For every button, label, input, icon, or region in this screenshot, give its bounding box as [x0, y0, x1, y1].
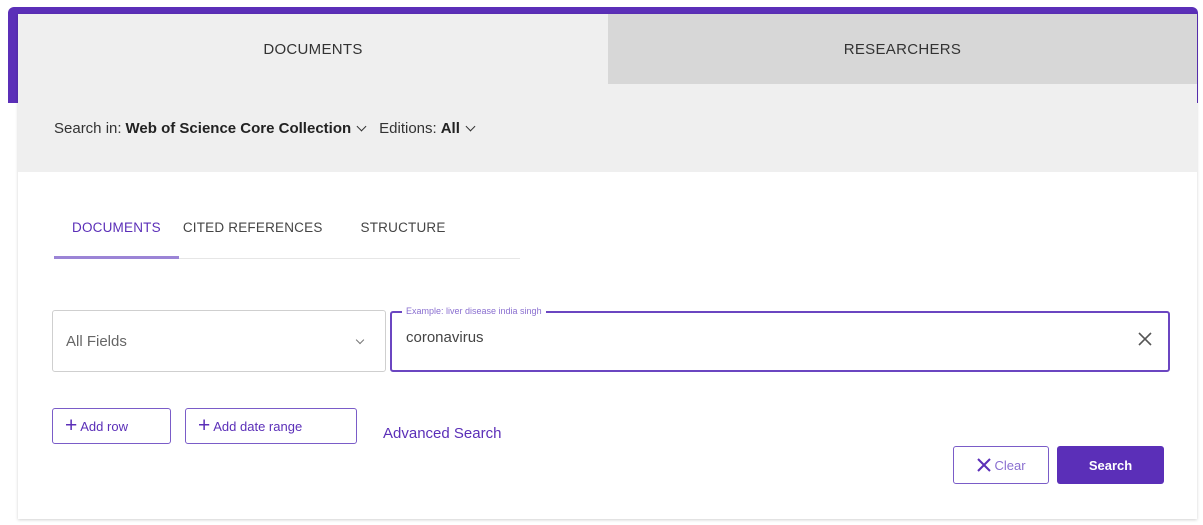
tab-documents[interactable]: DOCUMENTS — [18, 14, 608, 84]
subtab-structure[interactable]: STRUCTURE — [343, 210, 446, 258]
search-example-hint: Example: liver disease india singh — [402, 306, 546, 316]
chevron-down-icon[interactable] — [356, 121, 367, 131]
search-label: Search — [1088, 457, 1133, 473]
subtab-structure-label: STRUCTURE — [360, 220, 446, 235]
clear-button[interactable]: Clear — [953, 446, 1049, 484]
search-card: DOCUMENTS RESEARCHERS Search in: Web of … — [18, 14, 1197, 519]
subtab-cited-references[interactable]: CITED REFERENCES — [179, 210, 343, 258]
subtab-documents-label: DOCUMENTS — [72, 220, 161, 235]
collection-selector-row: Search in: Web of Science Core Collectio… — [54, 120, 488, 137]
search-button[interactable]: Search — [1057, 446, 1164, 484]
chevron-down-icon — [355, 335, 365, 344]
sub-tab-bar: DOCUMENTS CITED REFERENCES STRUCTURE — [54, 210, 520, 259]
field-select[interactable]: All Fields — [52, 310, 386, 372]
add-date-range-button[interactable]: + Add date range — [185, 408, 357, 444]
field-select-value: All Fields — [66, 332, 127, 350]
tab-documents-label: DOCUMENTS — [263, 40, 363, 58]
editions-dropdown[interactable]: All — [441, 120, 460, 137]
add-date-range-label: Add date range — [213, 418, 303, 434]
plus-icon: + — [65, 414, 78, 437]
search-input-wrapper: Example: liver disease india singh — [390, 306, 1170, 372]
collection-bar: Search in: Web of Science Core Collectio… — [18, 84, 1197, 172]
top-tab-bar: DOCUMENTS RESEARCHERS — [18, 14, 1197, 84]
editions-label: Editions: — [379, 119, 437, 137]
close-icon — [977, 458, 992, 472]
chevron-down-icon[interactable] — [465, 121, 476, 131]
subtab-documents[interactable]: DOCUMENTS — [54, 210, 179, 259]
tab-researchers-label: RESEARCHERS — [843, 40, 962, 58]
subtab-cited-references-label: CITED REFERENCES — [182, 220, 323, 235]
advanced-search-link[interactable]: Advanced Search — [383, 425, 501, 442]
clear-label: Clear — [994, 457, 1026, 473]
search-in-label: Search in: — [54, 119, 122, 137]
close-icon[interactable] — [1136, 330, 1154, 348]
add-row-label: Add row — [80, 418, 128, 434]
search-input[interactable] — [406, 329, 1086, 346]
tab-researchers[interactable]: RESEARCHERS — [608, 14, 1197, 84]
add-row-button[interactable]: + Add row — [52, 408, 171, 444]
plus-icon: + — [198, 414, 211, 437]
collection-dropdown[interactable]: Web of Science Core Collection — [126, 120, 352, 137]
